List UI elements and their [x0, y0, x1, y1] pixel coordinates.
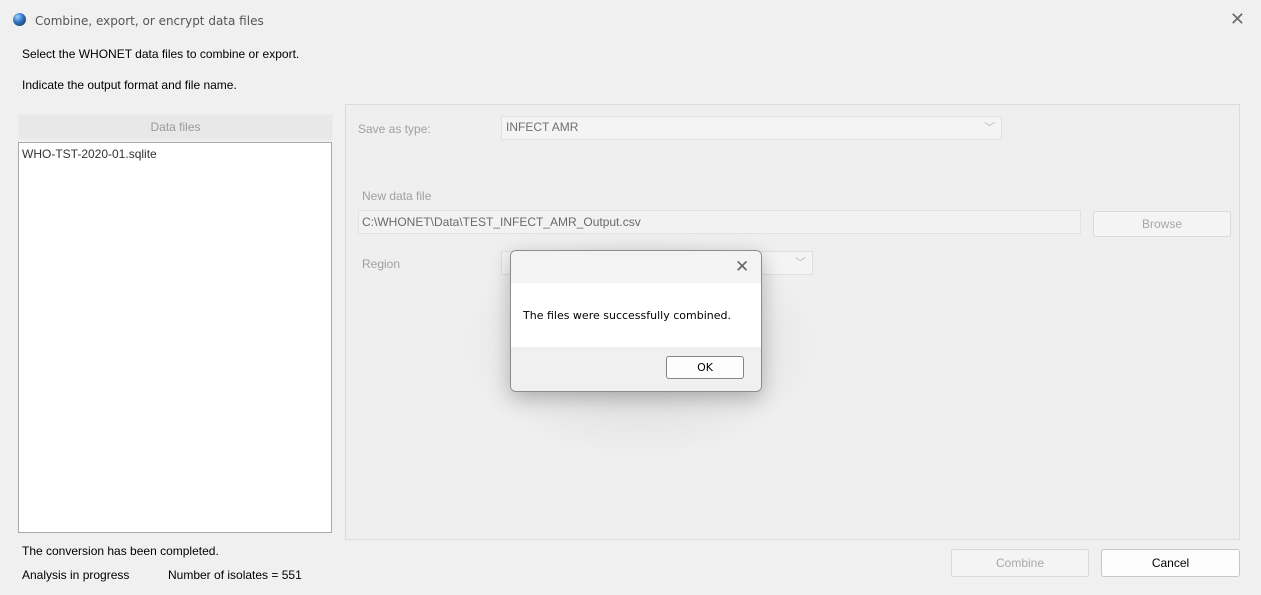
new-data-file-label: New data file	[362, 189, 432, 203]
globe-icon	[13, 13, 26, 26]
save-as-type-label: Save as type:	[358, 122, 431, 136]
analysis-status: Analysis in progress	[22, 568, 130, 582]
chevron-down-icon: ﹀	[984, 122, 995, 134]
new-data-file-value: C:\WHONET\Data\TEST_INFECT_AMR_Output.cs…	[362, 215, 641, 229]
combine-button[interactable]: Combine	[951, 549, 1089, 577]
instruction-format: Indicate the output format and file name…	[22, 78, 237, 92]
dialog-body: The files were successfully combined.	[511, 283, 761, 347]
title-bar: Combine, export, or encrypt data files ✕	[0, 0, 1261, 39]
conversion-status: The conversion has been completed.	[22, 544, 219, 558]
dialog-close-icon[interactable]: ✕	[735, 257, 749, 277]
data-files-panel: Data files WHO-TST-2020-01.sqlite	[18, 114, 333, 533]
instruction-select: Select the WHONET data files to combine …	[22, 47, 300, 61]
success-dialog: ✕ The files were successfully combined. …	[510, 250, 762, 392]
browse-button[interactable]: Browse	[1093, 211, 1231, 237]
data-files-header: Data files	[18, 114, 333, 140]
cancel-button[interactable]: Cancel	[1101, 549, 1240, 577]
close-icon[interactable]: ✕	[1230, 10, 1245, 28]
dialog-title-bar: ✕	[511, 251, 761, 283]
ok-button[interactable]: OK	[666, 356, 744, 379]
dialog-message: The files were successfully combined.	[523, 309, 731, 322]
isolate-count: Number of isolates = 551	[168, 568, 302, 582]
region-label: Region	[362, 257, 401, 271]
data-files-list[interactable]: WHO-TST-2020-01.sqlite	[18, 142, 332, 533]
dialog-footer: OK	[511, 347, 761, 391]
window-title: Combine, export, or encrypt data files	[35, 14, 264, 28]
save-as-type-select[interactable]: INFECT AMR ﹀	[501, 116, 1002, 140]
save-as-type-value: INFECT AMR	[506, 120, 579, 134]
list-item[interactable]: WHO-TST-2020-01.sqlite	[22, 147, 157, 161]
